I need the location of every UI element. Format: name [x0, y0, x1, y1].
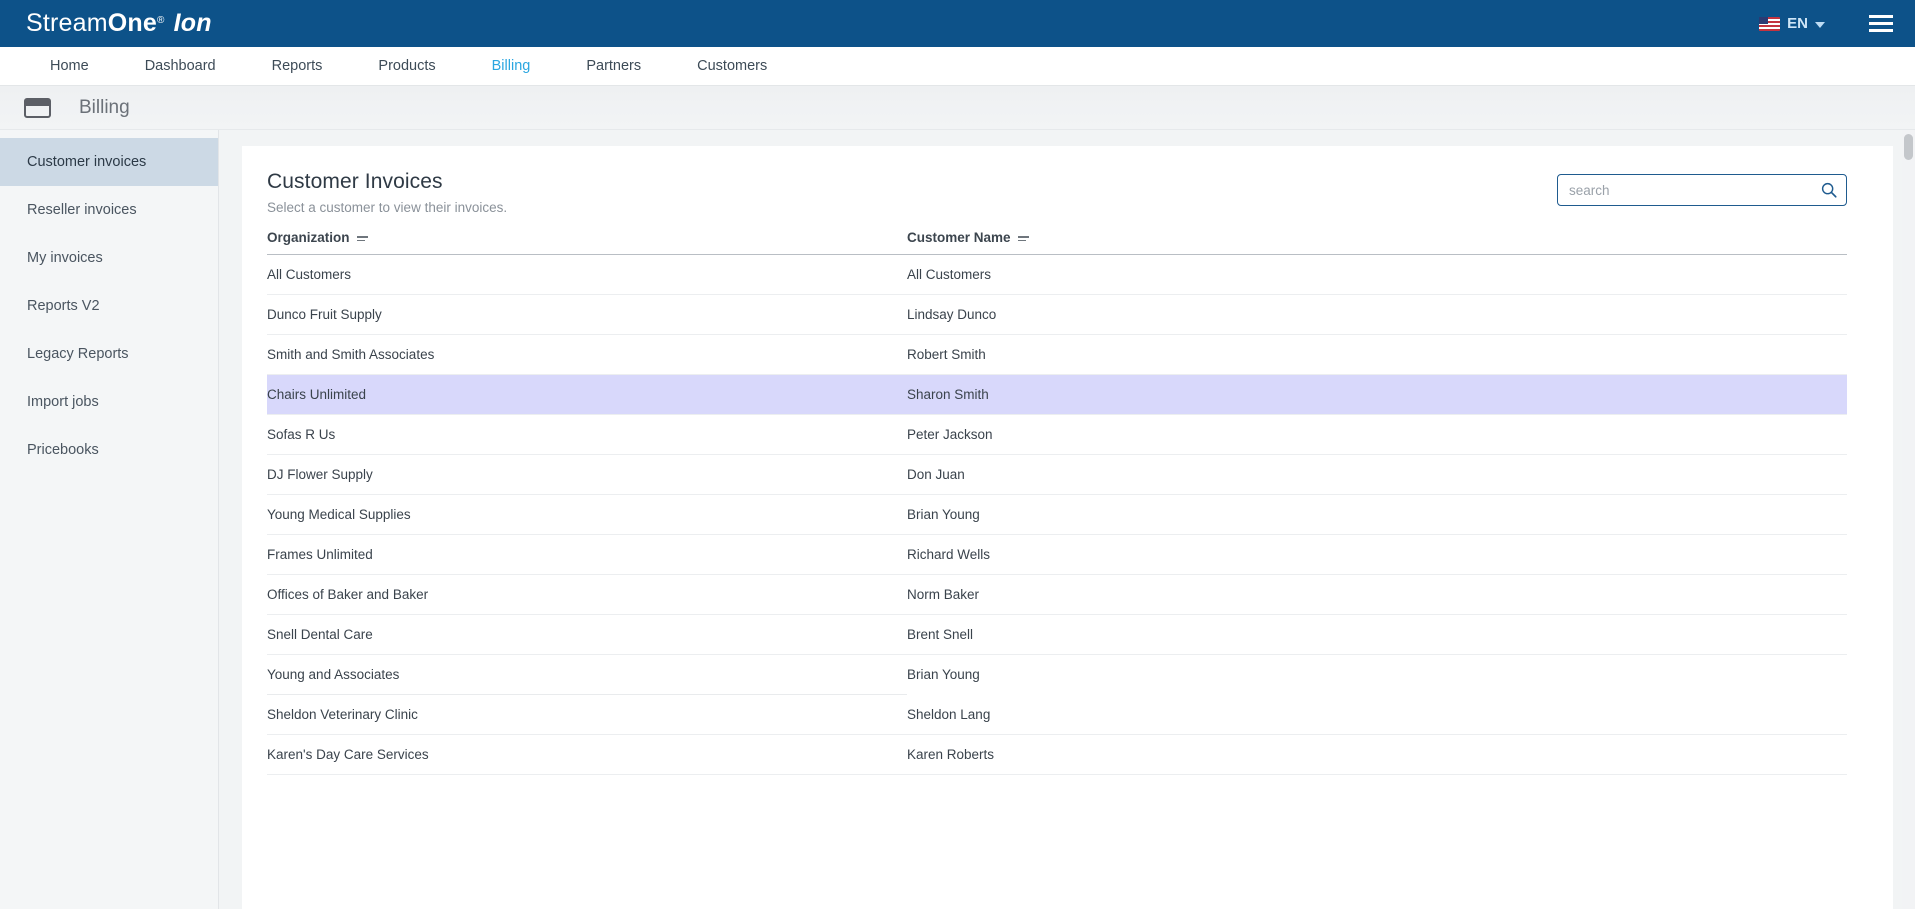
- cell-organization: Frames Unlimited: [267, 534, 907, 575]
- sidebar-item-legacy-reports[interactable]: Legacy Reports: [0, 330, 218, 378]
- sidebar-item-customer-invoices[interactable]: Customer invoices: [0, 138, 218, 186]
- sort-filter-icon: [1017, 234, 1029, 242]
- brand-logo[interactable]: Stream One ® Ion: [26, 9, 212, 38]
- cell-organization: Chairs Unlimited: [267, 374, 907, 415]
- cell-customer-name: Richard Wells: [907, 534, 1847, 575]
- cell-customer-name: All Customers: [907, 254, 1847, 295]
- table-row[interactable]: Snell Dental Care Brent Snell: [267, 614, 1847, 655]
- section-title: Customer Invoices: [267, 170, 443, 193]
- topbar-right-group: EN: [1759, 15, 1893, 32]
- nav-item-dashboard[interactable]: Dashboard: [117, 58, 244, 74]
- cell-organization: DJ Flower Supply: [267, 454, 907, 495]
- cell-organization: All Customers: [267, 254, 907, 295]
- cell-organization: Offices of Baker and Baker: [267, 574, 907, 615]
- table-row[interactable]: All Customers All Customers: [267, 254, 1847, 295]
- sidebar-item-reseller-invoices[interactable]: Reseller invoices: [0, 186, 218, 234]
- nav-item-products[interactable]: Products: [350, 58, 463, 74]
- table-row[interactable]: Offices of Baker and Baker Norm Baker: [267, 574, 1847, 615]
- nav-item-customers[interactable]: Customers: [669, 58, 795, 74]
- column-header-organization-label: Organization: [267, 230, 350, 245]
- customer-invoices-table: Organization Customer Name All Customers…: [267, 230, 1847, 775]
- nav-item-partners[interactable]: Partners: [558, 58, 669, 74]
- table-row[interactable]: DJ Flower Supply Don Juan: [267, 454, 1847, 495]
- nav-item-billing[interactable]: Billing: [464, 58, 559, 74]
- cell-organization: Dunco Fruit Supply: [267, 294, 907, 335]
- column-header-customer-name[interactable]: Customer Name: [907, 230, 1847, 255]
- sidebar: Customer invoices Reseller invoices My i…: [0, 130, 219, 909]
- cell-organization: Sheldon Veterinary Clinic: [267, 694, 907, 735]
- column-header-customer-name-label: Customer Name: [907, 230, 1011, 245]
- cell-customer-name: Brent Snell: [907, 614, 1847, 655]
- page-body: Customer invoices Reseller invoices My i…: [0, 130, 1915, 909]
- card-heading-group: Customer Invoices Select a customer to v…: [267, 170, 507, 215]
- cell-customer-name: Norm Baker: [907, 574, 1847, 615]
- cell-organization: Sofas R Us: [267, 414, 907, 455]
- nav-item-home[interactable]: Home: [22, 58, 117, 74]
- cell-customer-name: Brian Young: [907, 494, 1847, 535]
- main-navigation: Home Dashboard Reports Products Billing …: [0, 47, 1915, 86]
- registered-mark: ®: [157, 15, 165, 26]
- table-row[interactable]: Sheldon Veterinary Clinic Sheldon Lang: [267, 694, 1847, 735]
- sidebar-item-my-invoices[interactable]: My invoices: [0, 234, 218, 282]
- cell-customer-name: Robert Smith: [907, 334, 1847, 375]
- cell-organization: Young Medical Supplies: [267, 494, 907, 535]
- table-row[interactable]: Karen's Day Care Services Karen Roberts: [267, 734, 1847, 775]
- table-body: All Customers All Customers Dunco Fruit …: [267, 254, 1847, 775]
- table-row[interactable]: Sofas R Us Peter Jackson: [267, 414, 1847, 455]
- cell-customer-name: Sheldon Lang: [907, 694, 1847, 735]
- table-row-selected[interactable]: Chairs Unlimited Sharon Smith: [267, 374, 1847, 415]
- sort-filter-icon: [356, 234, 368, 242]
- cell-organization: Young and Associates: [267, 654, 907, 695]
- column-header-organization[interactable]: Organization: [267, 230, 907, 255]
- sidebar-item-pricebooks[interactable]: Pricebooks: [0, 426, 218, 474]
- content-area: Customer Invoices Select a customer to v…: [219, 130, 1915, 909]
- cell-organization: Smith and Smith Associates: [267, 334, 907, 375]
- vertical-scrollbar[interactable]: [1902, 130, 1915, 909]
- cell-customer-name: Brian Young: [907, 667, 980, 682]
- cell-customer-name: Lindsay Dunco: [907, 294, 1847, 335]
- us-flag-icon: [1759, 16, 1781, 31]
- card-header: Customer Invoices Select a customer to v…: [267, 170, 1847, 215]
- table-header-row: Organization Customer Name: [267, 230, 1847, 255]
- cell-customer-name: Peter Jackson: [907, 414, 1847, 455]
- section-subtitle: Select a customer to view their invoices…: [267, 200, 508, 215]
- table-row[interactable]: Dunco Fruit Supply Lindsay Dunco: [267, 294, 1847, 335]
- nav-item-reports[interactable]: Reports: [244, 58, 351, 74]
- language-code: EN: [1787, 15, 1808, 32]
- table-row[interactable]: Frames Unlimited Richard Wells: [267, 534, 1847, 575]
- cell-customer-name: Don Juan: [907, 454, 1847, 495]
- search-box: [1557, 174, 1847, 206]
- page-header-strip: Billing: [0, 86, 1915, 130]
- credit-card-icon: [24, 97, 51, 118]
- scrollbar-thumb[interactable]: [1904, 134, 1913, 160]
- table-row[interactable]: Smith and Smith Associates Robert Smith: [267, 334, 1847, 375]
- page-title: Billing: [79, 96, 130, 118]
- cell-organization: Snell Dental Care: [267, 614, 907, 655]
- sidebar-item-import-jobs[interactable]: Import jobs: [0, 378, 218, 426]
- chevron-down-icon: [1815, 21, 1825, 28]
- cell-customer-name: Sharon Smith: [907, 374, 1847, 415]
- cell-customer-name: Karen Roberts: [907, 734, 1847, 775]
- customer-invoices-card: Customer Invoices Select a customer to v…: [242, 146, 1893, 909]
- brand-part-one: One: [107, 9, 158, 37]
- brand-part-ion: Ion: [173, 9, 212, 37]
- search-icon[interactable]: [1820, 181, 1838, 199]
- sidebar-item-reports-v2[interactable]: Reports V2: [0, 282, 218, 330]
- table-row[interactable]: Young Medical Supplies Brian Young: [267, 494, 1847, 535]
- search-input[interactable]: [1557, 174, 1847, 206]
- language-selector[interactable]: EN: [1759, 15, 1825, 32]
- table-head: Organization Customer Name: [267, 230, 1847, 255]
- cell-organization: Karen's Day Care Services: [267, 734, 907, 775]
- hamburger-menu-icon[interactable]: [1869, 15, 1893, 32]
- brand-part-stream: Stream: [26, 9, 108, 37]
- table-row[interactable]: Young and Associates Brian Young: [267, 654, 1847, 695]
- top-brand-bar: Stream One ® Ion EN: [0, 0, 1915, 47]
